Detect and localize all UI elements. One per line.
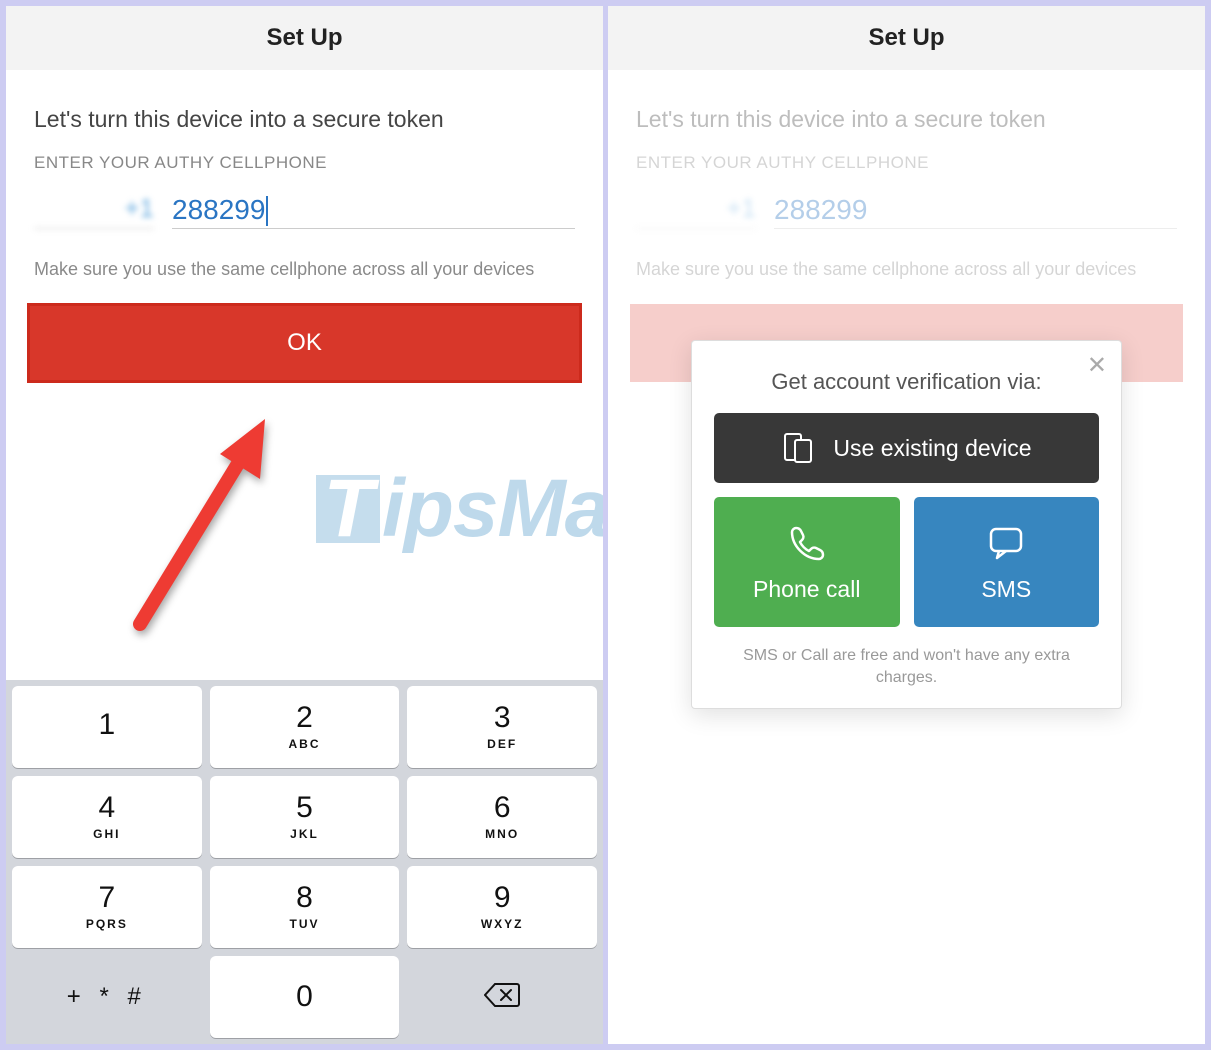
helper-text: Make sure you use the same cellphone acr… (608, 237, 1205, 280)
phone-call-button[interactable]: Phone call (714, 497, 900, 627)
helper-text: Make sure you use the same cellphone acr… (6, 237, 603, 280)
phone-field-label: ENTER YOUR AUTHY CELLPHONE (6, 153, 603, 189)
use-existing-device-label: Use existing device (833, 435, 1031, 462)
keypad-key-9[interactable]: 9 WXYZ (407, 866, 597, 948)
sms-label: SMS (981, 576, 1031, 603)
keypad-key-8[interactable]: 8 TUV (210, 866, 400, 948)
screenshot-right: Set Up Let's turn this device into a sec… (608, 6, 1205, 1044)
verification-modal: ✕ Get account verification via: Use exis… (691, 340, 1122, 709)
keypad-key-0[interactable]: 0 (210, 956, 400, 1038)
close-icon[interactable]: ✕ (1087, 351, 1107, 380)
phone-input-row: +1 288299 (608, 189, 1205, 237)
page-title: Set Up (608, 6, 1205, 70)
country-code-input[interactable]: +1 (34, 189, 154, 229)
watermark-text: TipsMake.com (316, 462, 603, 556)
backspace-icon (484, 982, 520, 1013)
keypad-key-backspace[interactable] (407, 956, 597, 1038)
intro-text: Let's turn this device into a secure tok… (608, 70, 1205, 153)
keypad-key-6[interactable]: 6 MNO (407, 776, 597, 858)
annotation-arrow-icon (100, 404, 300, 644)
phone-icon (786, 522, 828, 564)
keypad-key-2[interactable]: 2 ABC (210, 686, 400, 768)
keypad-key-7[interactable]: 7 PQRS (12, 866, 202, 948)
cellphone-value: 288299 (774, 194, 867, 225)
modal-title: Get account verification via: (714, 363, 1099, 395)
cellphone-value: 288299 (172, 194, 265, 225)
sms-button[interactable]: SMS (914, 497, 1100, 627)
page-title: Set Up (6, 6, 603, 70)
phone-call-label: Phone call (753, 576, 860, 603)
keypad-key-4[interactable]: 4 GHI (12, 776, 202, 858)
keypad-key-symbols[interactable]: + * # (12, 956, 202, 1038)
use-existing-device-button[interactable]: Use existing device (714, 413, 1099, 483)
country-code-input[interactable]: +1 (636, 189, 756, 229)
sms-icon (985, 522, 1027, 564)
modal-footnote: SMS or Call are free and won't have any … (714, 645, 1099, 690)
keypad-key-5[interactable]: 5 JKL (210, 776, 400, 858)
ok-button-label: OK (287, 329, 322, 357)
numeric-keypad: 1 2 ABC 3 DEF 4 GHI 5 JKL 6 MNO 7 PQRS 8 (6, 680, 603, 1044)
ok-button[interactable]: OK (28, 304, 581, 382)
phone-field-label: ENTER YOUR AUTHY CELLPHONE (608, 153, 1205, 189)
phone-input-row: +1 288299 (6, 189, 603, 237)
intro-text: Let's turn this device into a secure tok… (6, 70, 603, 153)
screenshot-left: Set Up Let's turn this device into a sec… (6, 6, 603, 1044)
keypad-key-1[interactable]: 1 (12, 686, 202, 768)
cellphone-input[interactable]: 288299 (774, 194, 1177, 229)
cellphone-input[interactable]: 288299 (172, 194, 575, 229)
keypad-key-3[interactable]: 3 DEF (407, 686, 597, 768)
devices-icon (781, 431, 815, 465)
